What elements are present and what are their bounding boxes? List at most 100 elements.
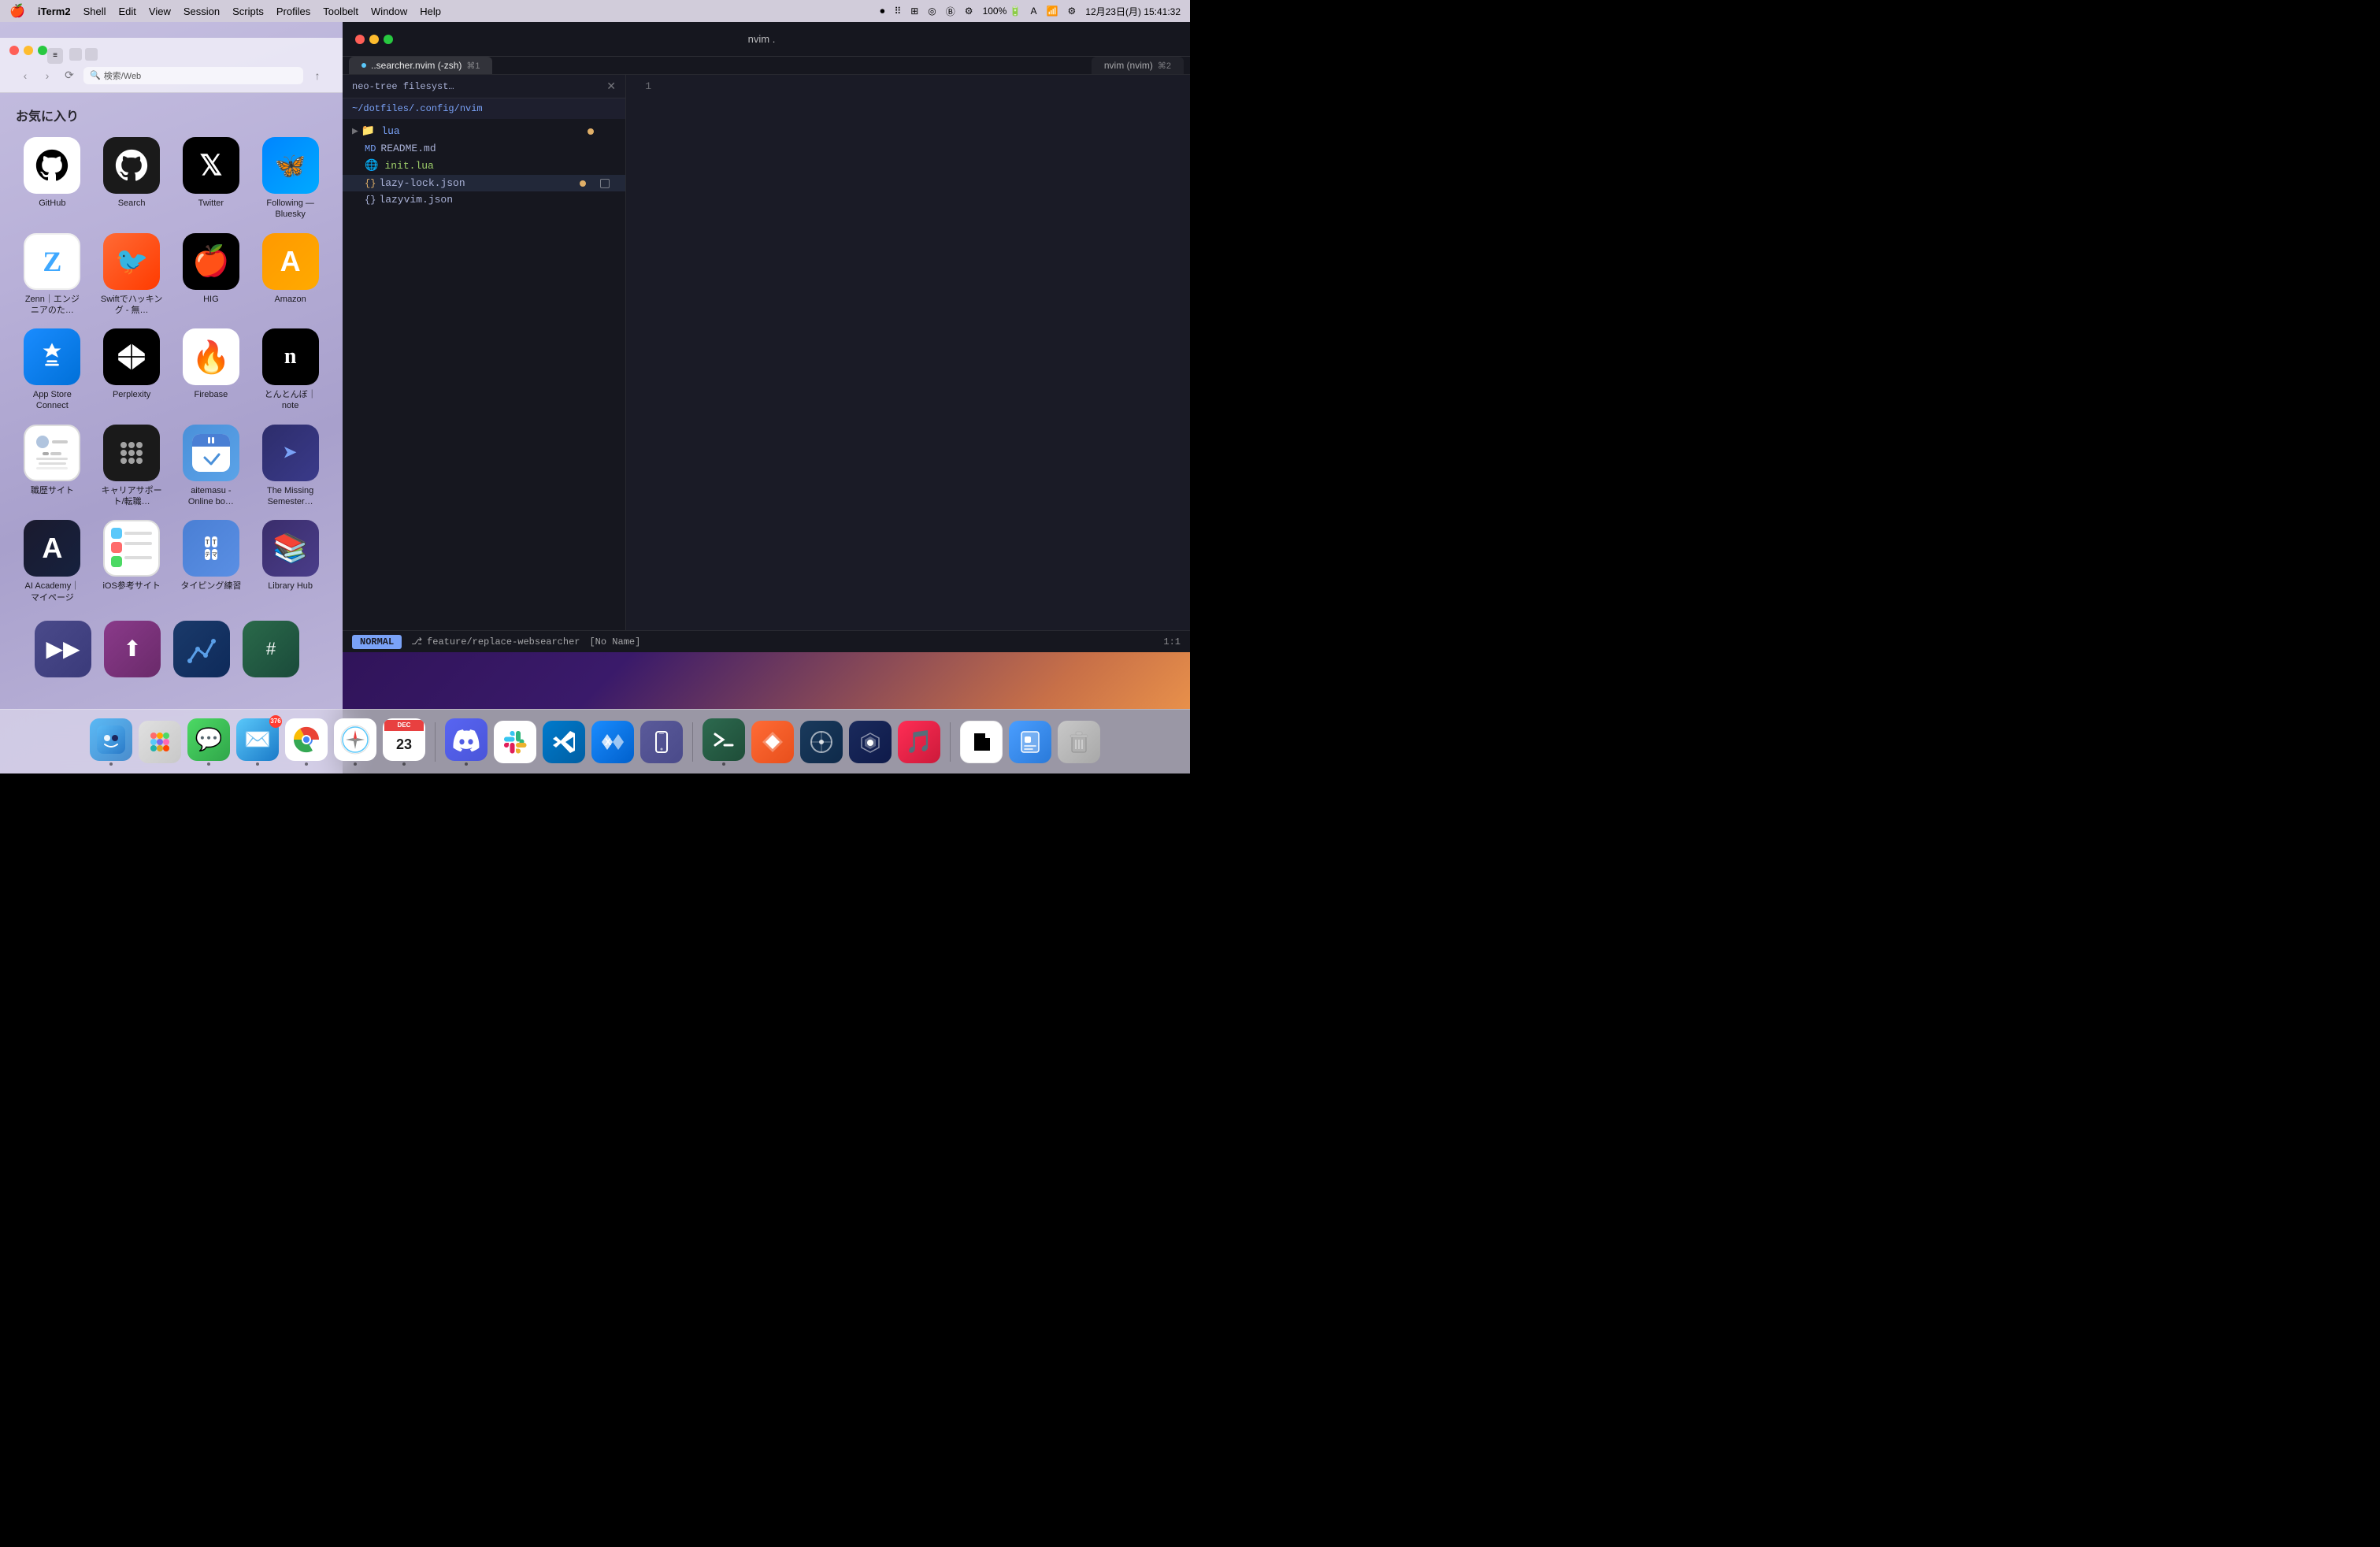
vscode-icon <box>543 721 585 763</box>
lua-file-icon: 🌐 <box>365 159 378 173</box>
mail-badge: 376 <box>269 715 282 728</box>
dock-item-finder[interactable] <box>90 718 132 766</box>
neotree-item-lua[interactable]: ▶ 📁 lua <box>343 122 625 140</box>
menubar-clock: 12月23日(月) 15:41:32 <box>1085 5 1181 18</box>
minimize-button[interactable] <box>24 46 33 55</box>
app-label-missing: The Missing Semester… <box>259 485 322 508</box>
notion-logo-icon <box>968 729 995 755</box>
menu-session[interactable]: Session <box>184 6 220 17</box>
app-name[interactable]: iTerm2 <box>38 6 71 17</box>
neotree-item-init[interactable]: 🌐 init.lua <box>343 157 625 175</box>
back-button[interactable]: ‹ <box>17 68 33 83</box>
app-item-resume[interactable]: 職歴サイト <box>16 421 89 511</box>
apple-menu[interactable]: 🍎 <box>9 3 25 19</box>
menu-scripts[interactable]: Scripts <box>232 6 264 17</box>
app-item-amazon[interactable]: A Amazon <box>254 230 327 320</box>
sidebar-toggle[interactable]: ≡ <box>47 48 63 64</box>
neotree-close-button[interactable]: ✕ <box>606 80 616 93</box>
file-name-readme: README.md <box>380 143 436 154</box>
neotree-panel: neo-tree filesyst… ✕ ~/dotfiles/.config/… <box>343 75 626 630</box>
app-item-graph[interactable] <box>170 618 233 681</box>
editor-gutter: 1 <box>626 75 658 630</box>
dock-item-mail[interactable]: ✉️ 376 <box>236 718 279 766</box>
app-item-typing[interactable]: T T テ マ タイピング練習 <box>175 517 248 607</box>
dock-item-trash[interactable] <box>1058 721 1100 763</box>
dock-item-music[interactable]: 🎵 <box>898 721 940 763</box>
zenn-icon: Z <box>43 245 61 278</box>
app-item-zenn[interactable]: Z Zenn｜エンジニアのた… <box>16 230 89 320</box>
dock-item-xscope[interactable] <box>800 721 843 763</box>
terminal-minimize-button[interactable] <box>369 35 379 44</box>
menubar-grid-icon: ⊞ <box>910 6 918 17</box>
dock-item-iterm[interactable] <box>703 718 745 766</box>
app-item-swift[interactable]: 🐦 Swiftでハッキング - 無… <box>95 230 169 320</box>
editor-content-area[interactable]: 1 <box>626 75 1190 630</box>
forward-button[interactable]: › <box>39 68 55 83</box>
app-item-search[interactable]: Search <box>95 134 169 224</box>
dock-item-discord[interactable] <box>445 718 487 766</box>
menu-edit[interactable]: Edit <box>119 6 136 17</box>
dock-item-calendar[interactable]: DEC 23 <box>383 718 425 766</box>
app-item-twitter[interactable]: 𝕏 Twitter <box>175 134 248 224</box>
app-item-aitemasu[interactable]: aitemasu - Online bo… <box>175 421 248 511</box>
menu-help[interactable]: Help <box>420 6 441 17</box>
app-label-typing: タイピング練習 <box>180 581 241 592</box>
app-item-note[interactable]: n とんとんぼ｜note <box>254 325 327 415</box>
app-item-career[interactable]: キャリアサポート/転職… <box>95 421 169 511</box>
dock-item-simulator[interactable] <box>640 721 683 763</box>
app-item-forward[interactable]: ▶▶ <box>32 618 95 681</box>
dock-item-launchpad[interactable] <box>139 721 181 763</box>
app-item-appstore[interactable]: App Store Connect <box>16 325 89 415</box>
editor-text-area[interactable] <box>658 75 1190 630</box>
dock-item-chrome[interactable] <box>285 718 328 766</box>
terminal-close-button[interactable] <box>355 35 365 44</box>
dock-item-slack[interactable] <box>494 721 536 763</box>
hash-icon: # <box>266 639 276 659</box>
browser-tabs: ≡ <box>8 43 335 64</box>
json-icon-2: {} <box>365 195 376 206</box>
app-item-perplexity[interactable]: Perplexity <box>95 325 169 415</box>
app-item-missing[interactable]: ➤ The Missing Semester… <box>254 421 327 511</box>
app-item-bluesky[interactable]: 🦋 Following — Bluesky <box>254 134 327 224</box>
address-bar[interactable]: 🔍 検索/Web <box>83 67 303 84</box>
line-number-1: 1 <box>626 78 651 95</box>
app-item-hig[interactable]: 🍎 HIG <box>175 230 248 320</box>
terminal-maximize-button[interactable] <box>384 35 393 44</box>
app-item-github[interactable]: GitHub <box>16 134 89 224</box>
dock-item-proxyman[interactable] <box>849 721 892 763</box>
neotree-item-lazy-lock[interactable]: {} lazy-lock.json <box>343 175 625 191</box>
terminal-tab-2[interactable]: nvim (nvim) ⌘2 <box>1092 57 1184 74</box>
app-label-resume: 職歴サイト <box>31 485 74 496</box>
statusbar-filename: [No Name] <box>589 636 640 647</box>
purple-app-icon: ⬆ <box>123 636 141 662</box>
menu-toolbelt[interactable]: Toolbelt <box>323 6 358 17</box>
terminal-title-text: nvim . <box>748 33 776 45</box>
app-item-hash[interactable]: # <box>239 618 302 681</box>
share-icon[interactable]: ↑ <box>310 68 325 83</box>
dock-item-notion[interactable] <box>960 721 1003 763</box>
dock-item-messages[interactable]: 💬 <box>187 718 230 766</box>
menu-window[interactable]: Window <box>371 6 407 17</box>
maximize-button[interactable] <box>38 46 47 55</box>
dock-item-safari[interactable] <box>334 718 376 766</box>
dock-item-prompt[interactable] <box>751 721 794 763</box>
dock-item-xcode[interactable]: X <box>591 721 634 763</box>
close-button[interactable] <box>9 46 19 55</box>
browser-chrome: ≡ ‹ › ⟳ 🔍 検索/Web ↑ <box>0 38 343 93</box>
discord-icon <box>445 718 487 761</box>
dock-item-vscode[interactable] <box>543 721 585 763</box>
neotree-item-readme[interactable]: MD README.md <box>343 140 625 157</box>
menu-profiles[interactable]: Profiles <box>276 6 310 17</box>
neotree-item-lazyvim[interactable]: {} lazyvim.json <box>343 191 625 208</box>
markdown-icon: MD <box>365 143 376 154</box>
refresh-icon[interactable]: ⟳ <box>61 68 77 83</box>
app-item-firebase[interactable]: 🔥 Firebase <box>175 325 248 415</box>
app-item-purple[interactable]: ⬆ <box>101 618 164 681</box>
terminal-tab-1[interactable]: ..searcher.nvim (-zsh) ⌘1 <box>349 57 492 74</box>
menu-shell[interactable]: Shell <box>83 6 106 17</box>
menu-view[interactable]: View <box>149 6 171 17</box>
app-item-ai-academy[interactable]: A AI Academy｜マイページ <box>16 517 89 607</box>
app-item-library[interactable]: 📚 Library Hub <box>254 517 327 607</box>
app-item-ios-ref[interactable]: iOS参考サイト <box>95 517 169 607</box>
dock-item-preview[interactable] <box>1009 721 1051 763</box>
